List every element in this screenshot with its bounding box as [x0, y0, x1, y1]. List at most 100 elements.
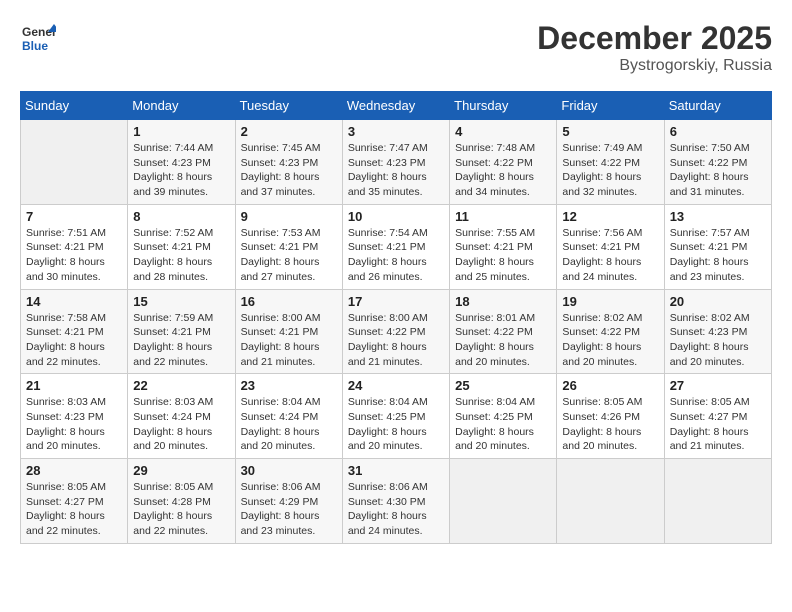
calendar-cell: 18 Sunrise: 8:01 AMSunset: 4:22 PMDayligh…	[450, 289, 557, 374]
calendar-cell: 30 Sunrise: 8:06 AMSunset: 4:29 PMDayligh…	[235, 459, 342, 544]
day-number: 30	[241, 463, 337, 478]
day-number: 8	[133, 209, 229, 224]
day-number: 19	[562, 294, 658, 309]
day-number: 7	[26, 209, 122, 224]
calendar-cell: 16Sunrise: 8:00 AMSunset: 4:21 PMDayligh…	[235, 289, 342, 374]
day-number: 14	[26, 294, 122, 309]
day-info: Sunrise: 8:05 AMSunset: 4:27 PMDaylight:…	[26, 480, 122, 539]
calendar-cell: 20Sunrise: 8:02 AMSunset: 4:23 PMDayligh…	[664, 289, 771, 374]
day-number: 24	[348, 378, 444, 393]
day-info: Sunrise: 7:57 AMSunset: 4:21 PMDaylight:…	[670, 226, 766, 285]
calendar-cell: 23 Sunrise: 8:04 AMSunset: 4:24 PMDayligh…	[235, 374, 342, 459]
day-info: Sunrise: 7:58 AMSunset: 4:21 PMDaylight:…	[26, 311, 122, 370]
location-subtitle: Bystrogorskiy, Russia	[537, 57, 772, 75]
day-info: Sunrise: 8:01 AMSunset: 4:22 PMDaylight:…	[455, 311, 551, 370]
calendar-cell	[450, 459, 557, 544]
day-info: Sunrise: 8:05 AMSunset: 4:26 PMDaylight:…	[562, 395, 658, 454]
page-header: General Blue December 2025 Bystrogorskiy…	[20, 20, 772, 75]
day-number: 31	[348, 463, 444, 478]
logo: General Blue	[20, 20, 56, 56]
calendar-cell: 2 Sunrise: 7:45 AMSunset: 4:23 PMDaylight…	[235, 120, 342, 205]
day-number: 26	[562, 378, 658, 393]
day-info: Sunrise: 7:51 AMSunset: 4:21 PMDaylight:…	[26, 226, 122, 285]
calendar-cell: 29 Sunrise: 8:05 AMSunset: 4:28 PMDayligh…	[128, 459, 235, 544]
day-info: Sunrise: 8:04 AMSunset: 4:25 PMDaylight:…	[348, 395, 444, 454]
day-info: Sunrise: 8:05 AMSunset: 4:28 PMDaylight:…	[133, 480, 229, 539]
day-number: 2	[241, 124, 337, 139]
day-number: 22	[133, 378, 229, 393]
calendar-cell: 4Sunrise: 7:48 AMSunset: 4:22 PMDaylight…	[450, 120, 557, 205]
day-number: 18	[455, 294, 551, 309]
week-row-1: 1 Sunrise: 7:44 AMSunset: 4:23 PMDaylight…	[21, 120, 772, 205]
day-info: Sunrise: 8:02 AMSunset: 4:22 PMDaylight:…	[562, 311, 658, 370]
calendar-cell: 13 Sunrise: 7:57 AMSunset: 4:21 PMDayligh…	[664, 204, 771, 289]
weekday-header-saturday: Saturday	[664, 92, 771, 120]
calendar-cell: 26 Sunrise: 8:05 AMSunset: 4:26 PMDayligh…	[557, 374, 664, 459]
svg-text:Blue: Blue	[22, 39, 48, 53]
calendar-cell	[557, 459, 664, 544]
day-info: Sunrise: 8:04 AMSunset: 4:24 PMDaylight:…	[241, 395, 337, 454]
calendar-cell: 9 Sunrise: 7:53 AMSunset: 4:21 PMDaylight…	[235, 204, 342, 289]
day-info: Sunrise: 7:44 AMSunset: 4:23 PMDaylight:…	[133, 141, 229, 200]
calendar-body: 1 Sunrise: 7:44 AMSunset: 4:23 PMDaylight…	[21, 120, 772, 544]
weekday-header-tuesday: Tuesday	[235, 92, 342, 120]
weekday-header-friday: Friday	[557, 92, 664, 120]
calendar-cell: 22 Sunrise: 8:03 AMSunset: 4:24 PMDayligh…	[128, 374, 235, 459]
weekday-row: SundayMondayTuesdayWednesdayThursdayFrid…	[21, 92, 772, 120]
calendar-cell: 6Sunrise: 7:50 AMSunset: 4:22 PMDaylight…	[664, 120, 771, 205]
day-info: Sunrise: 7:54 AMSunset: 4:21 PMDaylight:…	[348, 226, 444, 285]
day-info: Sunrise: 7:47 AMSunset: 4:23 PMDaylight:…	[348, 141, 444, 200]
calendar-cell: 12Sunrise: 7:56 AMSunset: 4:21 PMDayligh…	[557, 204, 664, 289]
logo-svg: General Blue	[20, 20, 56, 56]
week-row-5: 28 Sunrise: 8:05 AMSunset: 4:27 PMDayligh…	[21, 459, 772, 544]
calendar-table: SundayMondayTuesdayWednesdayThursdayFrid…	[20, 91, 772, 544]
weekday-header-thursday: Thursday	[450, 92, 557, 120]
calendar-cell: 25 Sunrise: 8:04 AMSunset: 4:25 PMDayligh…	[450, 374, 557, 459]
day-number: 16	[241, 294, 337, 309]
calendar-cell: 10 Sunrise: 7:54 AMSunset: 4:21 PMDayligh…	[342, 204, 449, 289]
calendar-cell: 3 Sunrise: 7:47 AMSunset: 4:23 PMDaylight…	[342, 120, 449, 205]
week-row-3: 14 Sunrise: 7:58 AMSunset: 4:21 PMDayligh…	[21, 289, 772, 374]
day-info: Sunrise: 8:06 AMSunset: 4:30 PMDaylight:…	[348, 480, 444, 539]
day-info: Sunrise: 7:49 AMSunset: 4:22 PMDaylight:…	[562, 141, 658, 200]
weekday-header-sunday: Sunday	[21, 92, 128, 120]
calendar-cell: 28 Sunrise: 8:05 AMSunset: 4:27 PMDayligh…	[21, 459, 128, 544]
day-number: 27	[670, 378, 766, 393]
day-info: Sunrise: 8:02 AMSunset: 4:23 PMDaylight:…	[670, 311, 766, 370]
calendar-cell: 27Sunrise: 8:05 AMSunset: 4:27 PMDayligh…	[664, 374, 771, 459]
day-number: 25	[455, 378, 551, 393]
day-number: 29	[133, 463, 229, 478]
day-info: Sunrise: 8:06 AMSunset: 4:29 PMDaylight:…	[241, 480, 337, 539]
calendar-cell: 24 Sunrise: 8:04 AMSunset: 4:25 PMDayligh…	[342, 374, 449, 459]
calendar-cell: 8Sunrise: 7:52 AMSunset: 4:21 PMDaylight…	[128, 204, 235, 289]
week-row-4: 21 Sunrise: 8:03 AMSunset: 4:23 PMDayligh…	[21, 374, 772, 459]
calendar-cell: 14 Sunrise: 7:58 AMSunset: 4:21 PMDayligh…	[21, 289, 128, 374]
day-number: 9	[241, 209, 337, 224]
day-number: 13	[670, 209, 766, 224]
calendar-cell	[21, 120, 128, 205]
day-info: Sunrise: 8:04 AMSunset: 4:25 PMDaylight:…	[455, 395, 551, 454]
day-info: Sunrise: 7:48 AMSunset: 4:22 PMDaylight:…	[455, 141, 551, 200]
day-number: 23	[241, 378, 337, 393]
day-number: 3	[348, 124, 444, 139]
calendar-cell: 17Sunrise: 8:00 AMSunset: 4:22 PMDayligh…	[342, 289, 449, 374]
day-info: Sunrise: 7:53 AMSunset: 4:21 PMDaylight:…	[241, 226, 337, 285]
calendar-cell: 21 Sunrise: 8:03 AMSunset: 4:23 PMDayligh…	[21, 374, 128, 459]
day-info: Sunrise: 7:45 AMSunset: 4:23 PMDaylight:…	[241, 141, 337, 200]
day-number: 28	[26, 463, 122, 478]
calendar-cell	[664, 459, 771, 544]
calendar-cell: 5Sunrise: 7:49 AMSunset: 4:22 PMDaylight…	[557, 120, 664, 205]
day-number: 21	[26, 378, 122, 393]
day-number: 6	[670, 124, 766, 139]
day-info: Sunrise: 8:03 AMSunset: 4:24 PMDaylight:…	[133, 395, 229, 454]
week-row-2: 7 Sunrise: 7:51 AMSunset: 4:21 PMDaylight…	[21, 204, 772, 289]
day-info: Sunrise: 8:03 AMSunset: 4:23 PMDaylight:…	[26, 395, 122, 454]
weekday-header-wednesday: Wednesday	[342, 92, 449, 120]
month-title: December 2025	[537, 20, 772, 57]
day-number: 10	[348, 209, 444, 224]
calendar-header: SundayMondayTuesdayWednesdayThursdayFrid…	[21, 92, 772, 120]
day-number: 1	[133, 124, 229, 139]
calendar-cell: 19 Sunrise: 8:02 AMSunset: 4:22 PMDayligh…	[557, 289, 664, 374]
day-info: Sunrise: 7:55 AMSunset: 4:21 PMDaylight:…	[455, 226, 551, 285]
calendar-cell: 31 Sunrise: 8:06 AMSunset: 4:30 PMDayligh…	[342, 459, 449, 544]
